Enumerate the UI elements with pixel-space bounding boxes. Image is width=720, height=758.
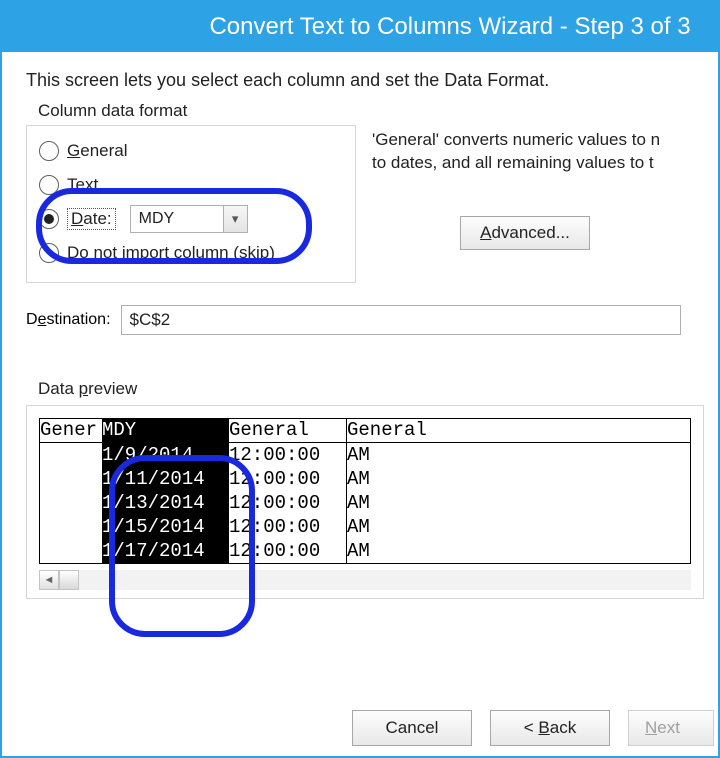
radio-general[interactable]: General [39,134,345,168]
back-button[interactable]: < Back [490,710,610,746]
preview-body: 1/9/2014 1/11/2014 1/13/2014 1/15/2014 1… [40,443,690,563]
radio-icon-selected [39,209,59,229]
preview-col-2[interactable]: 1/9/2014 1/11/2014 1/13/2014 1/15/2014 1… [102,443,228,563]
column-format-label: Column data format [38,101,718,121]
radio-icon [39,243,59,263]
date-format-select[interactable]: MDY ▾ [130,205,248,233]
preview-col-header-2[interactable]: MDY [102,418,228,442]
data-preview-box: Gener MDY General General 1/9/2014 1/11/… [26,405,704,599]
destination-input[interactable] [121,305,681,335]
preview-col-header-1[interactable]: Gener [40,418,102,442]
radio-skip[interactable]: Do not import column (skip) [39,236,345,270]
general-description: 'General' converts numeric values to n t… [372,129,718,175]
radio-text-label: Text [67,175,98,195]
chevron-down-icon: ▾ [223,206,247,232]
titlebar: Convert Text to Columns Wizard - Step 3 … [2,2,718,52]
preview-col-header-3[interactable]: General [228,418,346,442]
window-title: Convert Text to Columns Wizard - Step 3 … [209,13,690,41]
advanced-button[interactable]: Advanced... [460,216,590,250]
cancel-button[interactable]: Cancel [352,710,472,746]
data-preview-label: Data preview [38,379,718,399]
radio-date-label: Date: [67,209,116,229]
scroll-left-icon[interactable]: ◄ [39,570,59,590]
radio-icon [39,175,59,195]
column-format-group: General Text Date: MDY ▾ Do not import c… [26,125,356,283]
date-format-value: MDY [131,210,223,228]
next-button[interactable]: Next [628,710,714,746]
horizontal-scrollbar[interactable]: ◄ [39,570,691,590]
preview-header-row: Gener MDY General General [40,419,690,443]
scroll-track[interactable] [79,570,691,590]
preview-col-1[interactable] [40,443,102,563]
radio-icon [39,141,59,161]
dialog-window: Convert Text to Columns Wizard - Step 3 … [0,0,720,758]
radio-date[interactable]: Date: MDY ▾ [39,202,345,236]
preview-col-4[interactable]: AM AM AM AM AM [346,443,690,563]
intro-text: This screen lets you select each column … [26,70,718,91]
scroll-thumb[interactable] [59,570,79,590]
preview-col-header-4[interactable]: General [346,418,690,442]
preview-col-3[interactable]: 12:00:00 12:00:00 12:00:00 12:00:00 12:0… [228,443,346,563]
destination-label: Destination: [26,311,111,329]
destination-row: Destination: [26,305,718,335]
radio-skip-label: Do not import column (skip) [67,243,275,263]
radio-general-label: General [67,141,128,161]
preview-table[interactable]: Gener MDY General General 1/9/2014 1/11/… [39,418,691,564]
dialog-buttons: Cancel < Back Next [2,710,718,746]
radio-text[interactable]: Text [39,168,345,202]
